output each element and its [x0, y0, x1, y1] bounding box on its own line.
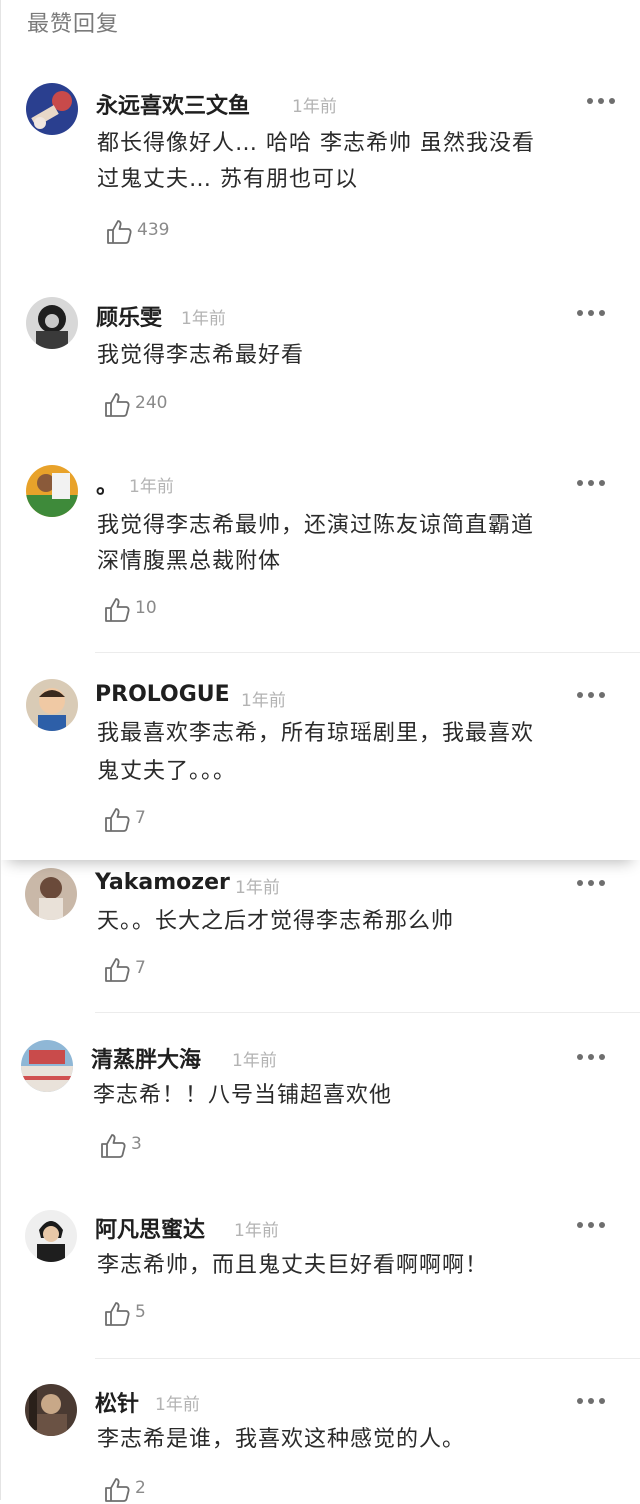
- username[interactable]: 顾乐雯: [96, 300, 162, 332]
- more-dots-icon[interactable]: [577, 1052, 607, 1062]
- comment-text-line: 深情腹黑总裁附体: [97, 549, 282, 574]
- avatar[interactable]: [26, 679, 78, 731]
- avatar[interactable]: [21, 1040, 73, 1092]
- like-count: 10: [135, 598, 157, 618]
- more-dots-icon[interactable]: [577, 1220, 607, 1230]
- more-dots-icon[interactable]: [587, 96, 617, 106]
- username[interactable]: Yakamozer: [95, 870, 230, 895]
- like-count: 7: [135, 808, 146, 828]
- avatar[interactable]: [25, 868, 77, 920]
- divider: [95, 652, 640, 653]
- username[interactable]: 松针: [95, 1386, 139, 1418]
- avatar[interactable]: [26, 465, 78, 517]
- more-comments-panel: Yakamozer 1年前 天。。长大之后才觉得李志希那么帅 7 清蒸胖大海 1…: [0, 860, 640, 1502]
- avatar[interactable]: [26, 297, 78, 349]
- avatar[interactable]: [25, 1384, 77, 1436]
- like-count: 7: [135, 958, 146, 978]
- timestamp: 1年前: [235, 878, 280, 898]
- more-dots-icon[interactable]: [577, 690, 607, 700]
- more-dots-icon[interactable]: [577, 1396, 607, 1406]
- thumbs-up-icon: [105, 393, 130, 417]
- more-dots-icon[interactable]: [577, 478, 607, 488]
- comment-text-line: 都长得像好人… 哈哈 李志希帅 虽然我没看: [97, 131, 535, 156]
- comment-text-line: 我最喜欢李志希，所有琼瑶剧里，我最喜欢: [97, 721, 535, 746]
- like-count: 5: [135, 1302, 146, 1322]
- more-dots-icon[interactable]: [577, 308, 607, 318]
- thumbs-up-icon: [105, 598, 130, 622]
- thumbs-up-icon: [101, 1134, 126, 1158]
- timestamp: 1年前: [232, 1051, 277, 1071]
- divider: [95, 1358, 640, 1359]
- timestamp: 1年前: [234, 1221, 279, 1241]
- username[interactable]: 永远喜欢三文鱼: [96, 88, 250, 120]
- timestamp: 1年前: [129, 477, 174, 497]
- comment-text-line: 李志希是谁，我喜欢这种感觉的人。: [97, 1427, 466, 1452]
- thumbs-up-icon: [107, 220, 132, 244]
- like-count: 3: [131, 1134, 142, 1154]
- timestamp: 1年前: [155, 1395, 200, 1415]
- comment-text-line: 李志希！！八号当铺超喜欢他: [93, 1083, 393, 1108]
- comment-text-line: 我觉得李志希最帅，还演过陈友谅简直霸道: [97, 513, 535, 538]
- like-count: 240: [135, 393, 168, 413]
- comment-text-line: 天。。长大之后才觉得李志希那么帅: [97, 909, 455, 934]
- avatar[interactable]: [26, 83, 78, 135]
- like-count: 2: [135, 1478, 146, 1498]
- thumbs-up-icon: [105, 808, 130, 832]
- comment-text-line: 鬼丈夫了。。。: [97, 759, 237, 784]
- thumbs-up-icon: [105, 958, 130, 982]
- more-dots-icon[interactable]: [577, 878, 607, 888]
- timestamp: 1年前: [241, 691, 286, 711]
- comment-text-line: 李志希帅，而且鬼丈夫巨好看啊啊啊！: [97, 1253, 489, 1278]
- comment-text-line: 过鬼丈夫… 苏有朋也可以: [97, 167, 358, 192]
- username[interactable]: 阿凡思蜜达: [95, 1212, 205, 1244]
- username[interactable]: 。: [96, 468, 118, 500]
- thumbs-up-icon: [105, 1302, 130, 1326]
- username[interactable]: PROLOGUE: [95, 682, 230, 707]
- top-comments-panel: 最赞回复 永远喜欢三文鱼 1年前 都长得像好人… 哈哈 李志希帅 虽然我没看 过…: [0, 0, 640, 860]
- divider: [95, 1012, 640, 1013]
- like-count: 439: [137, 220, 170, 240]
- timestamp: 1年前: [292, 97, 337, 117]
- left-edge-line: [0, 0, 1, 1500]
- comment-text-line: 我觉得李志希最好看: [97, 343, 305, 368]
- section-title: 最赞回复: [27, 12, 120, 37]
- username[interactable]: 清蒸胖大海: [91, 1042, 201, 1074]
- avatar[interactable]: [25, 1210, 77, 1262]
- timestamp: 1年前: [181, 309, 226, 329]
